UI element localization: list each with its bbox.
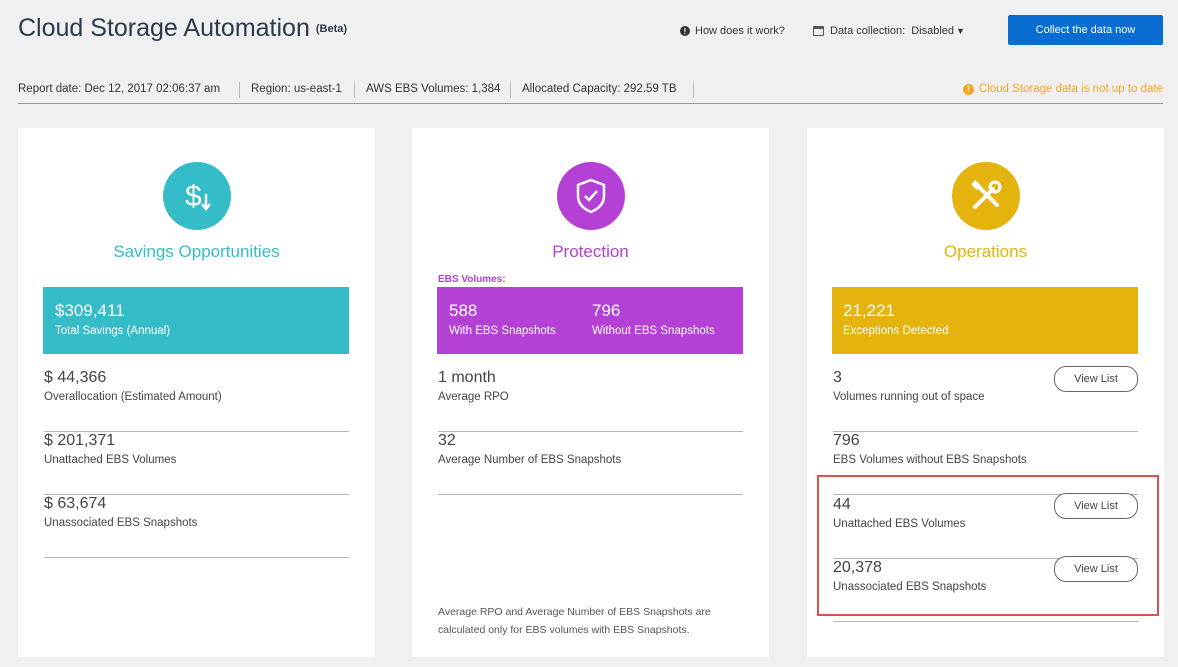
total-savings-label: Total Savings (Annual): [55, 325, 171, 337]
tools-icon: [952, 162, 1020, 230]
unattached-volumes-savings-row: $ 201,371 Unattached EBS Volumes: [44, 432, 349, 495]
info-icon: !: [680, 26, 690, 36]
average-snapshots-label: Average Number of EBS Snapshots: [438, 454, 622, 466]
exceptions-value: 21,221: [843, 301, 895, 320]
without-snapshots-value: 796: [592, 301, 621, 320]
protection-footnote: Average RPO and Average Number of EBS Sn…: [438, 606, 711, 636]
volumes-without-snapshots-label: EBS Volumes without EBS Snapshots: [833, 454, 1027, 466]
divider: [354, 82, 355, 98]
overallocation-value: $ 44,366: [44, 369, 107, 386]
divider: [693, 82, 694, 98]
view-list-button[interactable]: View List: [1054, 366, 1138, 392]
divider: [239, 82, 240, 98]
protection-title: Protection: [552, 242, 629, 261]
without-snapshots-label: Without EBS Snapshots: [592, 325, 715, 337]
unassociated-snapshots-value: 20,378: [833, 559, 882, 576]
calendar-icon: [813, 26, 824, 36]
savings-card: $ Savings Opportunities $309,411 Total S…: [18, 128, 375, 657]
unattached-volumes-savings-value: $ 201,371: [44, 432, 116, 449]
with-snapshots-label: With EBS Snapshots: [449, 325, 556, 337]
exceptions-label: Exceptions Detected: [843, 325, 949, 337]
view-list-button[interactable]: View List: [1054, 556, 1138, 582]
average-rpo-row: 1 month Average RPO: [438, 369, 743, 432]
data-collection-value: Disabled: [911, 25, 955, 37]
unattached-volumes-value: 44: [833, 496, 851, 513]
savings-title: Savings Opportunities: [113, 242, 280, 261]
report-date: Report date: Dec 12, 2017 02:06:37 am: [18, 83, 221, 95]
average-snapshots-value: 32: [438, 432, 456, 449]
page-title-text: Cloud Storage Automation: [18, 14, 310, 42]
protection-card: Protection EBS Volumes: 588 With EBS Sna…: [412, 128, 769, 657]
unassociated-snapshots-row: 20,378 Unassociated EBS Snapshots View L…: [833, 556, 1138, 622]
operations-card: Operations 21,221 Exceptions Detected 3 …: [807, 128, 1164, 657]
data-collection: Data collection: Disabled ▼: [813, 25, 965, 37]
unassociated-snapshots-savings-label: Unassociated EBS Snapshots: [44, 517, 198, 529]
ebs-snapshots-panel: 588 With EBS Snapshots 796 Without EBS S…: [437, 287, 743, 354]
average-rpo-label: Average RPO: [438, 391, 509, 403]
unattached-volumes-savings-label: Unattached EBS Volumes: [44, 454, 177, 466]
unassociated-snapshots-label: Unassociated EBS Snapshots: [833, 581, 987, 593]
warning-icon: !: [962, 83, 974, 95]
unattached-volumes-row: 44 Unattached EBS Volumes View List: [833, 493, 1138, 559]
exceptions-panel: 21,221 Exceptions Detected: [832, 287, 1138, 354]
report-allocated-capacity: Allocated Capacity: 292.59 TB: [522, 83, 677, 95]
collect-data-button[interactable]: Collect the data now: [1008, 15, 1163, 45]
page-title: Cloud Storage Automation (Beta): [18, 14, 347, 43]
report-bar: Report date: Dec 12, 2017 02:06:37 am Re…: [18, 82, 1163, 104]
svg-text:$: $: [185, 180, 202, 213]
how-does-it-work-label: How does it work?: [695, 25, 785, 37]
volumes-out-of-space-value: 3: [833, 369, 842, 386]
ebs-volumes-label: EBS Volumes:: [438, 274, 506, 285]
caret-down-icon: ▼: [956, 26, 965, 36]
data-collection-label: Data collection:: [830, 25, 906, 37]
with-snapshots-value: 588: [449, 301, 478, 320]
dollar-down-icon: $: [163, 162, 231, 230]
data-outdated-warning: ! Cloud Storage data is not up to date: [962, 83, 1163, 95]
page-header: Cloud Storage Automation (Beta) ! How doe…: [0, 0, 1178, 104]
report-region: Region: us-east-1: [251, 83, 342, 95]
volumes-without-snapshots-value: 796: [833, 432, 860, 449]
unassociated-snapshots-savings-value: $ 63,674: [44, 495, 107, 512]
overallocation-row: $ 44,366 Overallocation (Estimated Amoun…: [44, 369, 349, 432]
warning-text: Cloud Storage data is not up to date: [978, 83, 1163, 95]
average-snapshots-row: 32 Average Number of EBS Snapshots: [438, 432, 743, 495]
how-does-it-work-link[interactable]: ! How does it work?: [680, 25, 785, 37]
average-rpo-value: 1 month: [438, 369, 496, 386]
divider: [510, 82, 511, 98]
unattached-volumes-label: Unattached EBS Volumes: [833, 518, 966, 530]
report-ebs-volumes: AWS EBS Volumes: 1,384: [366, 83, 501, 95]
beta-badge: (Beta): [315, 23, 348, 36]
operations-title: Operations: [943, 242, 1028, 261]
volumes-out-of-space-label: Volumes running out of space: [833, 391, 985, 403]
view-list-button[interactable]: View List: [1054, 493, 1138, 519]
total-savings-panel: $309,411 Total Savings (Annual): [43, 287, 349, 354]
overallocation-label: Overallocation (Estimated Amount): [44, 391, 222, 403]
volumes-out-of-space-row: 3 Volumes running out of space View List: [833, 366, 1138, 432]
total-savings-value: $309,411: [55, 301, 125, 320]
shield-check-icon: [557, 162, 625, 230]
volumes-without-snapshots-row: 796 EBS Volumes without EBS Snapshots: [833, 432, 1138, 495]
data-collection-dropdown[interactable]: Disabled ▼: [911, 25, 965, 37]
unassociated-snapshots-savings-row: $ 63,674 Unassociated EBS Snapshots: [44, 495, 349, 558]
